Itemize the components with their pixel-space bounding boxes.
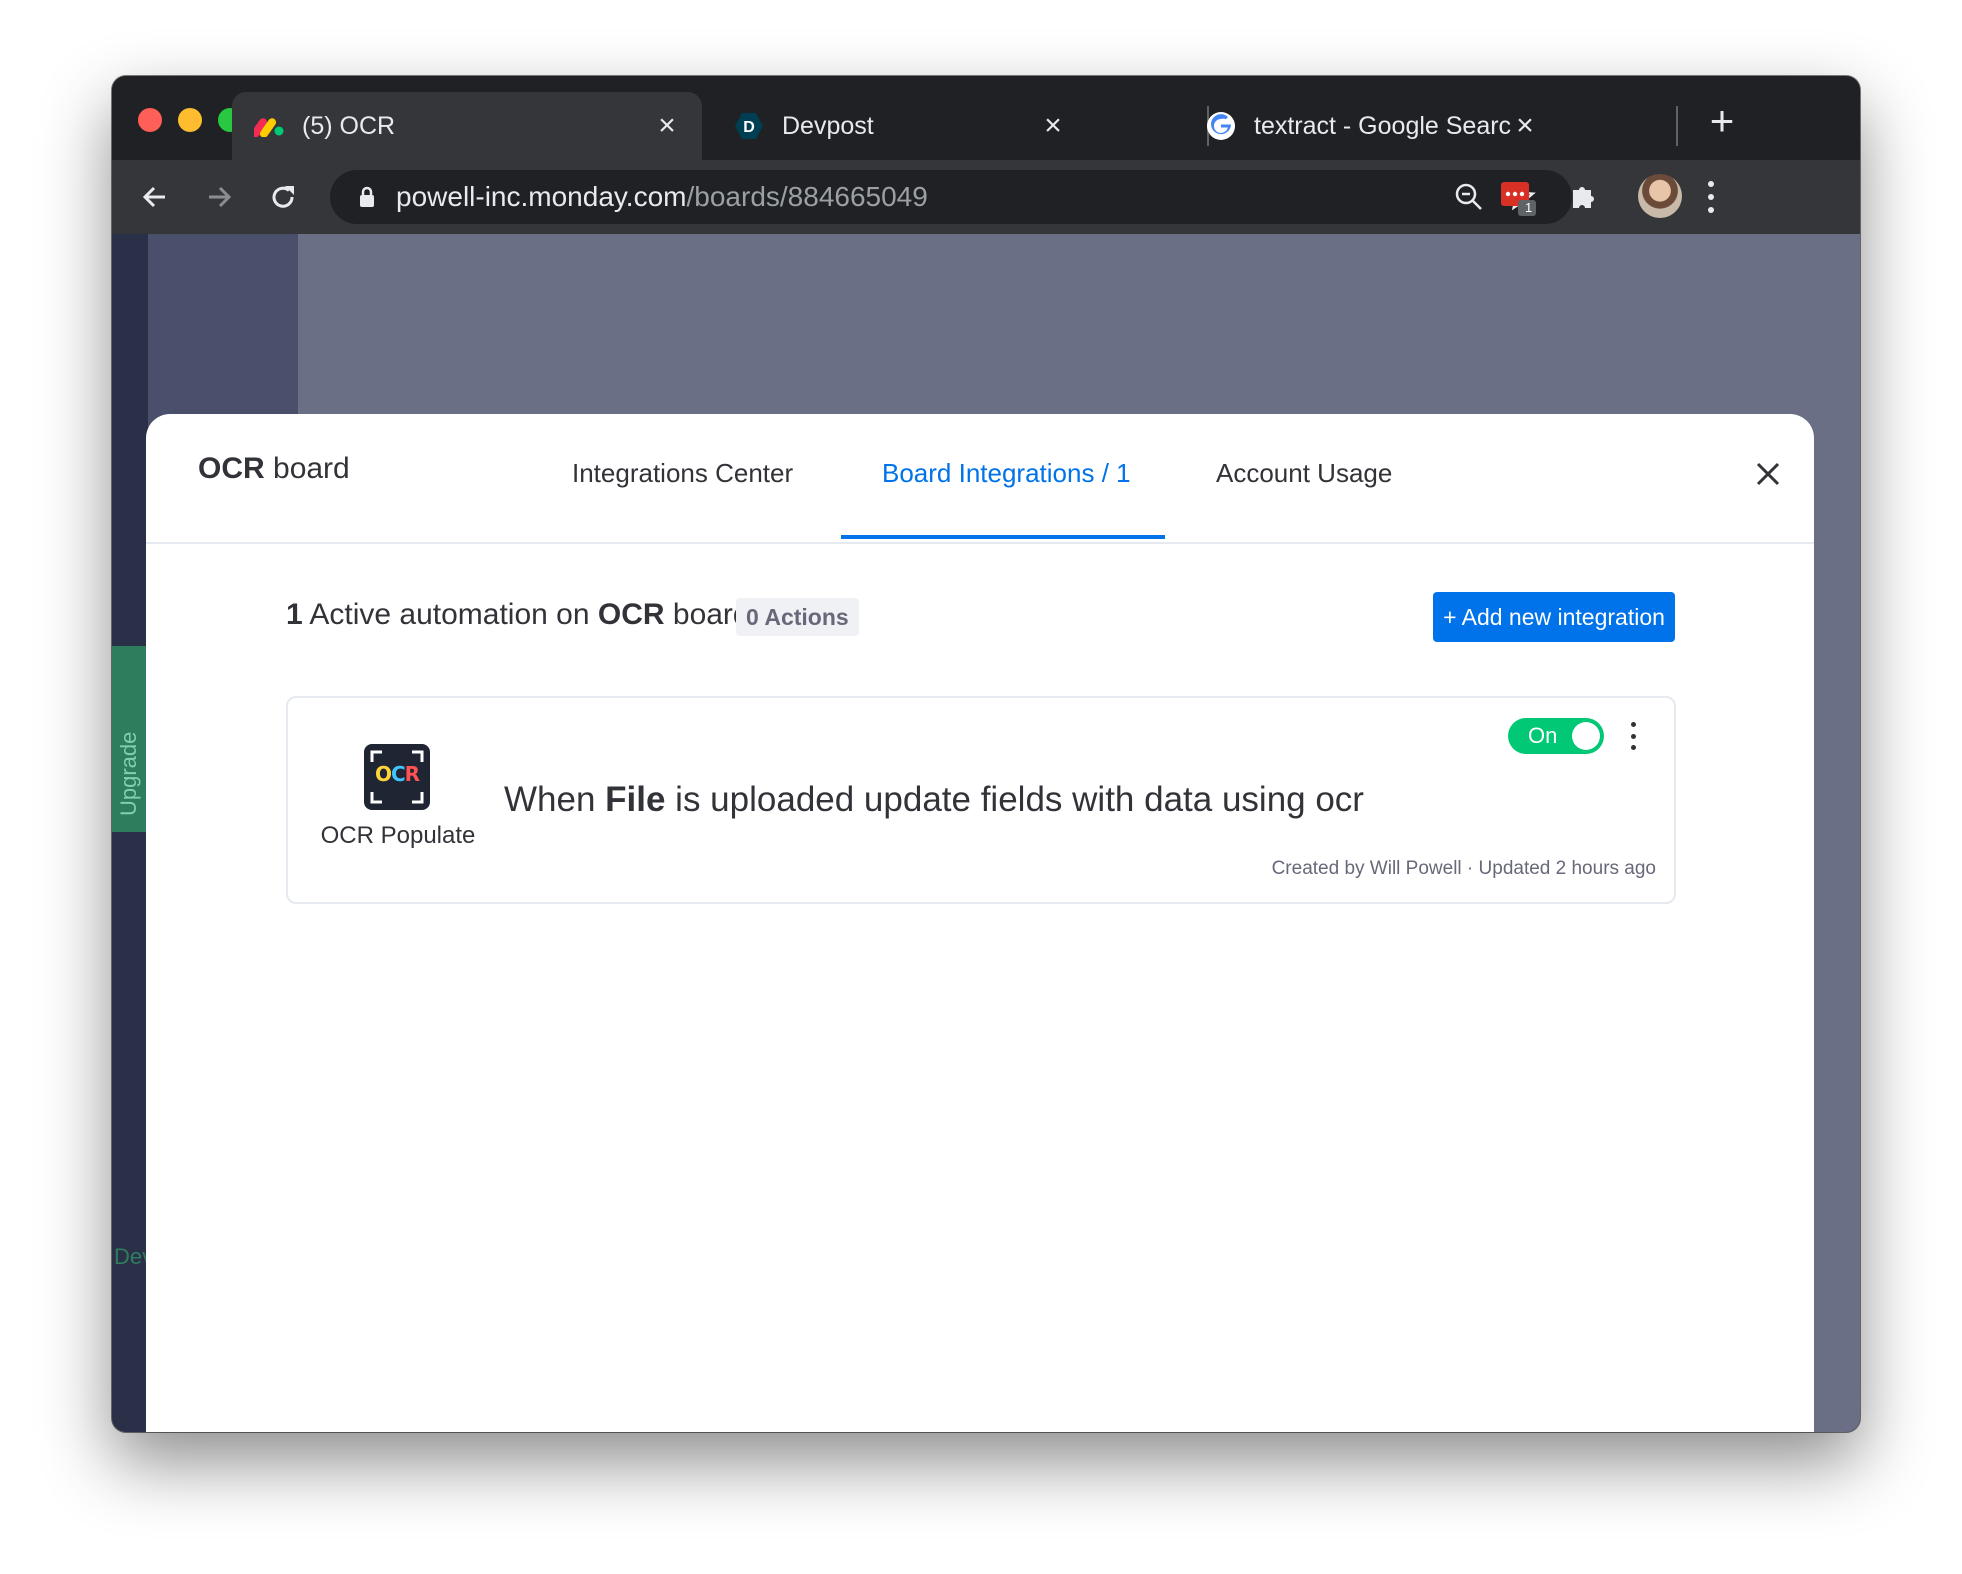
tab-board-integrations[interactable]: Board Integrations / 1	[882, 458, 1131, 489]
created-updated-meta: Created by Will Powell · Updated 2 hours…	[1271, 858, 1656, 879]
browser-tab-ocr[interactable]: (5) OCR ×	[232, 92, 702, 160]
tab-title: textract - Google Search	[1254, 111, 1512, 140]
browser-tab-devpost[interactable]: D Devpost ×	[712, 92, 1088, 160]
logo-letter-o: O	[374, 762, 392, 786]
automation-on-toggle[interactable]: On	[1508, 718, 1604, 754]
tab-close-icon[interactable]: ×	[1512, 111, 1538, 141]
app-name: OCR Populate	[320, 822, 476, 849]
actions-count-badge: 0 Actions	[736, 598, 859, 636]
automation-summary: 1 Active automation on OCR board	[286, 598, 750, 631]
tab-strip: (5) OCR × D Devpost × textract - Google …	[112, 76, 1860, 160]
new-tab-plus-icon[interactable]: +	[1702, 100, 1742, 142]
modal-header: OCR board Integrations Center Board Inte…	[146, 414, 1814, 544]
toggle-label: On	[1528, 723, 1558, 748]
puzzle-piece-icon[interactable]	[1564, 176, 1604, 216]
reload-icon[interactable]	[262, 176, 304, 218]
profile-avatar[interactable]	[1638, 174, 1682, 218]
extension-icon[interactable]: 1	[1498, 176, 1538, 216]
back-arrow-icon[interactable]	[134, 176, 176, 218]
tab-account-usage[interactable]: Account Usage	[1216, 458, 1392, 489]
address-bar[interactable]: powell-inc.monday.com/boards/884665049	[330, 170, 1572, 224]
close-icon[interactable]	[1750, 456, 1786, 492]
devpost-d-icon: D	[734, 111, 764, 141]
url-text: powell-inc.monday.com/boards/884665049	[396, 181, 928, 212]
logo-letter-r: R	[404, 762, 420, 786]
logo-letter-c: C	[390, 762, 406, 786]
upgrade-banner[interactable]: Upgrade	[112, 646, 148, 832]
more-options-icon[interactable]	[1628, 722, 1638, 750]
lock-icon	[358, 186, 376, 213]
extension-badge: 1	[1525, 200, 1533, 215]
browser-tab-google[interactable]: textract - Google Search ×	[1184, 92, 1560, 160]
browser-window: (5) OCR × D Devpost × textract - Google …	[112, 76, 1860, 1432]
tab-title: (5) OCR	[302, 111, 396, 140]
active-tab-underline	[841, 535, 1165, 539]
tab-separator	[1676, 106, 1678, 146]
forward-arrow-icon[interactable]	[198, 176, 240, 218]
browser-menu-icon[interactable]	[1696, 178, 1726, 216]
google-g-icon	[1206, 111, 1236, 141]
zoom-magnifier-icon[interactable]	[1452, 180, 1486, 214]
tab-close-icon[interactable]: ×	[1040, 111, 1066, 141]
modal-brand: OCR board	[198, 452, 350, 485]
integrations-modal: OCR board Integrations Center Board Inte…	[146, 414, 1814, 1432]
minimize-window-button[interactable]	[178, 108, 202, 132]
integration-card: OCR OCR Populate When File is uploaded u…	[286, 696, 1676, 904]
tab-title: Devpost	[782, 111, 874, 140]
ocr-app-logo-icon: OCR	[364, 744, 430, 810]
tab-integrations-center[interactable]: Integrations Center	[572, 458, 793, 489]
add-new-integration-button[interactable]: + Add new integration	[1433, 592, 1675, 642]
page-content: Upgrade Dev OCR board Integrations Cente…	[112, 234, 1860, 1432]
tab-close-icon[interactable]: ×	[654, 111, 680, 141]
upgrade-label: Upgrade	[116, 731, 141, 816]
svg-text:D: D	[743, 119, 755, 136]
browser-toolbar: powell-inc.monday.com/boards/884665049 1	[112, 160, 1860, 234]
close-window-button[interactable]	[138, 108, 162, 132]
automation-recipe[interactable]: When File is uploaded update fields with…	[504, 780, 1364, 820]
monday-logo-icon	[254, 111, 284, 141]
toggle-knob	[1572, 722, 1600, 750]
